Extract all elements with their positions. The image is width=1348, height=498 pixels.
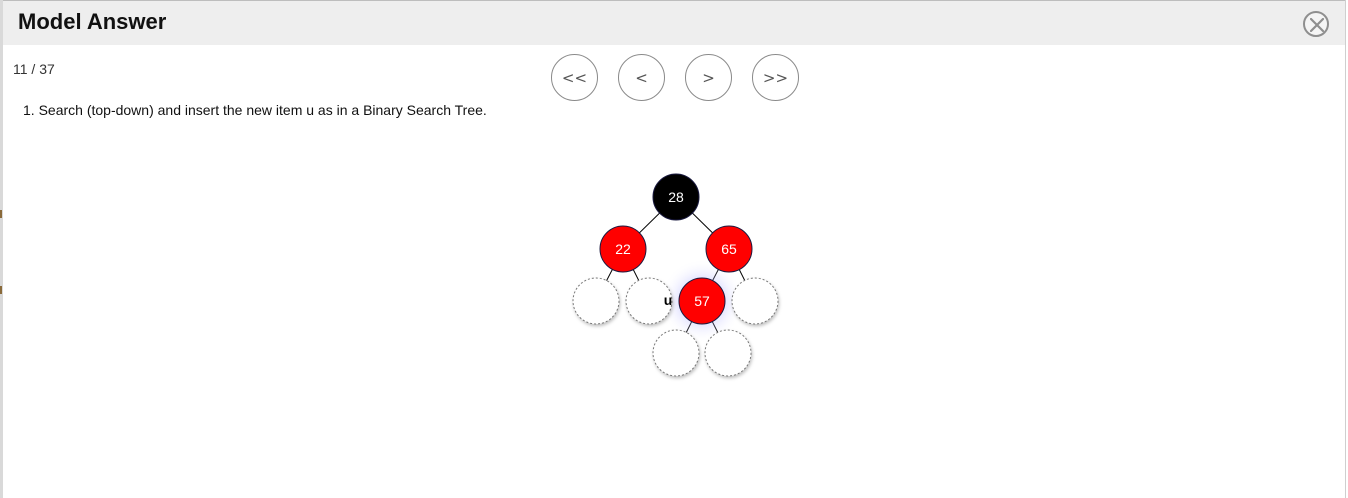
node-label: 22 [615, 241, 631, 257]
node-label: 65 [721, 241, 737, 257]
null-node [731, 277, 779, 325]
null-node [652, 329, 700, 377]
node-label: 28 [668, 189, 684, 205]
node-label: 57 [694, 293, 710, 309]
insert-pointer-label: u [664, 292, 673, 308]
null-node [704, 329, 752, 377]
null-node [572, 277, 620, 325]
red-black-tree: 28 22 65 57 u [572, 173, 779, 377]
